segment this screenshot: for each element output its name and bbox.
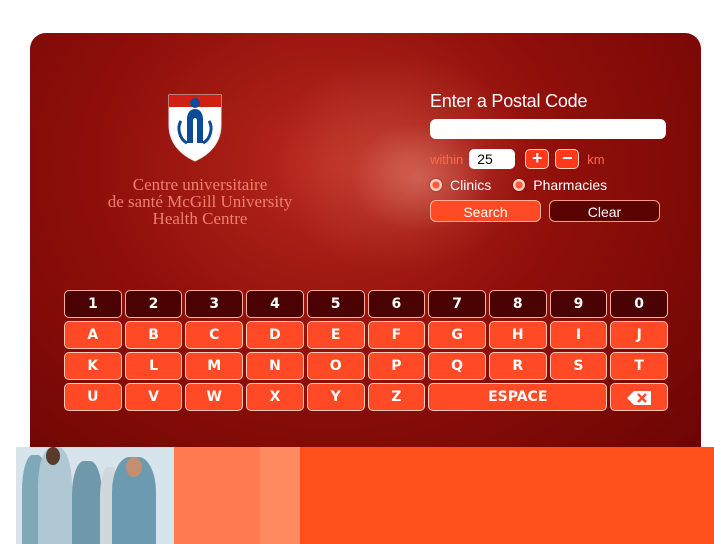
keyboard-row-digits: 1 2 3 4 5 6 7 8 9 0 <box>64 290 669 318</box>
key-r[interactable]: R <box>488 352 547 380</box>
key-d[interactable]: D <box>246 321 304 349</box>
key-p[interactable]: P <box>367 352 426 380</box>
keyboard-row-a-j: A B C D E F G H I J <box>64 321 669 349</box>
key-y[interactable]: Y <box>306 383 365 411</box>
key-7[interactable]: 7 <box>428 290 486 318</box>
bottom-banner <box>16 447 714 544</box>
key-q[interactable]: Q <box>428 352 486 380</box>
pharmacies-radio[interactable] <box>513 179 526 191</box>
radius-row: within + − km <box>430 149 670 169</box>
key-n[interactable]: N <box>246 352 304 380</box>
search-form: Enter a Postal Code within + − km Clinic… <box>430 91 670 222</box>
key-6[interactable]: 6 <box>367 290 426 318</box>
banner-segment <box>260 447 300 544</box>
clinics-label: Clinics <box>450 177 492 193</box>
organization-name: Centre universitaire de santé McGill Uni… <box>70 176 330 227</box>
pharmacies-label: Pharmacies <box>533 177 608 193</box>
clear-button[interactable]: Clear <box>549 200 660 222</box>
on-screen-keyboard: 1 2 3 4 5 6 7 8 9 0 A B C D E F G H I J … <box>64 290 669 414</box>
key-l[interactable]: L <box>124 352 183 380</box>
key-1[interactable]: 1 <box>64 290 122 318</box>
key-g[interactable]: G <box>428 321 486 349</box>
key-m[interactable]: M <box>185 352 244 380</box>
key-k[interactable]: K <box>64 352 122 380</box>
key-5[interactable]: 5 <box>306 290 365 318</box>
key-c[interactable]: C <box>185 321 244 349</box>
org-name-line2: de santé McGill University <box>107 192 293 211</box>
pharmacies-option[interactable]: Pharmacies <box>513 177 607 193</box>
key-4[interactable]: 4 <box>246 290 304 318</box>
form-title: Enter a Postal Code <box>430 91 588 111</box>
key-s[interactable]: S <box>549 352 608 380</box>
key-3[interactable]: 3 <box>185 290 244 318</box>
key-x[interactable]: X <box>246 383 304 411</box>
key-h[interactable]: H <box>488 321 547 349</box>
kiosk-panel: Centre universitaire de santé McGill Uni… <box>30 33 701 473</box>
space-key[interactable]: ESPACE <box>428 383 608 411</box>
key-w[interactable]: W <box>185 383 244 411</box>
search-button[interactable]: Search <box>430 200 541 222</box>
key-v[interactable]: V <box>124 383 183 411</box>
key-z[interactable]: Z <box>367 383 426 411</box>
backspace-icon <box>627 391 652 405</box>
key-e[interactable]: E <box>306 321 365 349</box>
keyboard-row-u-z: U V W X Y Z ESPACE <box>64 383 668 411</box>
staff-photo <box>16 447 174 544</box>
decrease-radius-button[interactable]: − <box>555 149 580 169</box>
facility-type-row: Clinics Pharmacies <box>430 177 670 193</box>
org-name-line3: Health Centre <box>152 209 248 228</box>
key-0[interactable]: 0 <box>610 290 669 318</box>
key-j[interactable]: J <box>610 321 669 349</box>
keyboard-row-k-t: K L M N O P Q R S T <box>64 352 669 380</box>
org-name-line1: Centre universitaire <box>132 175 268 194</box>
key-t[interactable]: T <box>610 352 669 380</box>
km-label: km <box>587 151 605 167</box>
key-2[interactable]: 2 <box>124 290 183 318</box>
postal-code-input[interactable] <box>430 119 666 139</box>
banner-segment <box>300 447 714 544</box>
key-o[interactable]: O <box>306 352 365 380</box>
key-a[interactable]: A <box>64 321 122 349</box>
backspace-key[interactable] <box>610 383 668 411</box>
clinics-radio[interactable] <box>430 179 442 191</box>
key-9[interactable]: 9 <box>549 290 608 318</box>
within-label: within <box>430 151 464 167</box>
key-u[interactable]: U <box>64 383 122 411</box>
increase-radius-button[interactable]: + <box>525 149 550 169</box>
key-i[interactable]: I <box>549 321 608 349</box>
key-b[interactable]: B <box>124 321 183 349</box>
key-f[interactable]: F <box>367 321 426 349</box>
clinics-option[interactable]: Clinics <box>430 177 491 193</box>
action-buttons: Search Clear <box>430 200 670 222</box>
radius-input[interactable] <box>469 149 516 169</box>
muhc-shield-logo-icon <box>168 94 222 162</box>
key-8[interactable]: 8 <box>488 290 547 318</box>
